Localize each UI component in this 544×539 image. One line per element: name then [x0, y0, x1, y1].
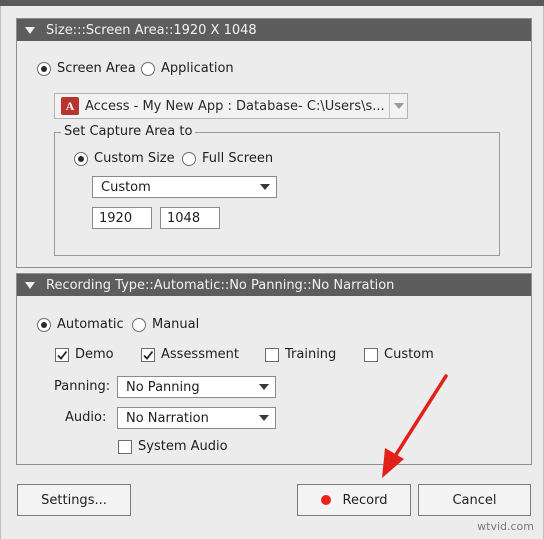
chevron-down-icon[interactable]: [259, 415, 269, 421]
checkbox-training[interactable]: Training: [265, 347, 336, 362]
radio-custom-size-label: Custom Size: [94, 151, 175, 166]
record-button[interactable]: Record: [297, 484, 411, 516]
radio-full-screen[interactable]: Full Screen: [182, 151, 273, 166]
radio-application-label: Application: [161, 61, 234, 76]
size-panel-title: Size:::Screen Area::1920 X 1048: [46, 22, 257, 38]
audio-label-text: Audio:: [65, 410, 107, 425]
capture-area-legend: Set Capture Area to: [61, 124, 196, 139]
checkbox-custom-label: Custom: [384, 347, 434, 362]
checkbox-demo[interactable]: Demo: [55, 347, 114, 362]
size-preset-select[interactable]: Custom: [92, 176, 277, 198]
recording-dialog: Size:::Screen Area::1920 X 1048 Screen A…: [0, 6, 544, 539]
settings-button[interactable]: Settings...: [17, 484, 131, 516]
checkbox-training-box[interactable]: [265, 347, 279, 362]
collapse-triangle-icon[interactable]: [25, 26, 35, 34]
recording-panel-title: Recording Type::Automatic::No Panning::N…: [46, 277, 395, 293]
radio-full-screen-indicator[interactable]: [182, 151, 196, 166]
radio-manual[interactable]: Manual: [132, 317, 199, 332]
height-input-value: 1048: [167, 210, 201, 226]
checkbox-system-audio-box[interactable]: [118, 439, 132, 454]
checkbox-custom[interactable]: Custom: [364, 347, 434, 362]
capture-area-group: Set Capture Area to Custom Size Full Scr…: [54, 124, 500, 256]
size-panel: Size:::Screen Area::1920 X 1048 Screen A…: [16, 18, 532, 268]
recording-panel: Recording Type::Automatic::No Panning::N…: [16, 273, 532, 465]
audio-select[interactable]: No Narration: [117, 407, 276, 429]
size-preset-value: Custom: [101, 179, 151, 195]
collapse-triangle-icon[interactable]: [25, 281, 35, 289]
width-input-value: 1920: [99, 210, 133, 226]
radio-application-indicator[interactable]: [141, 61, 155, 76]
radio-screen-area-label: Screen Area: [57, 61, 136, 76]
settings-button-label: Settings...: [41, 492, 107, 508]
application-select-value: Access - My New App : Database- C:\Users…: [85, 98, 385, 114]
cancel-button-label: Cancel: [452, 492, 497, 508]
checkbox-custom-box[interactable]: [364, 347, 378, 362]
checkbox-assessment[interactable]: Assessment: [141, 347, 239, 362]
access-app-icon: A: [61, 97, 79, 115]
checkmark-icon: [57, 350, 68, 360]
checkbox-system-audio-label: System Audio: [138, 439, 228, 454]
radio-application[interactable]: Application: [141, 61, 234, 76]
checkbox-assessment-box[interactable]: [141, 347, 155, 362]
checkbox-system-audio[interactable]: System Audio: [118, 439, 228, 454]
checkbox-demo-box[interactable]: [55, 347, 69, 362]
radio-custom-size[interactable]: Custom Size: [74, 151, 175, 166]
radio-automatic-indicator[interactable]: [37, 317, 51, 332]
checkbox-training-label: Training: [285, 347, 337, 362]
panning-label: Panning:: [54, 379, 110, 394]
watermark: wtvid.com: [477, 520, 534, 533]
radio-screen-area[interactable]: Screen Area: [37, 61, 136, 76]
radio-automatic[interactable]: Automatic: [37, 317, 124, 332]
checkbox-demo-label: Demo: [75, 347, 114, 362]
audio-select-value: No Narration: [126, 410, 209, 426]
radio-automatic-label: Automatic: [57, 317, 124, 332]
application-select[interactable]: A Access - My New App : Database- C:\Use…: [54, 93, 408, 119]
size-panel-header[interactable]: Size:::Screen Area::1920 X 1048: [17, 19, 531, 41]
chevron-down-icon[interactable]: [389, 94, 407, 118]
cancel-button[interactable]: Cancel: [418, 484, 531, 516]
radio-custom-size-indicator[interactable]: [74, 151, 88, 166]
recording-panel-header[interactable]: Recording Type::Automatic::No Panning::N…: [17, 274, 531, 296]
radio-screen-area-indicator[interactable]: [37, 61, 51, 76]
panning-select[interactable]: No Panning: [117, 376, 276, 398]
chevron-down-icon[interactable]: [260, 184, 270, 190]
radio-manual-label: Manual: [152, 317, 200, 332]
record-dot-icon: [320, 495, 331, 505]
radio-manual-indicator[interactable]: [132, 317, 146, 332]
record-button-label: Record: [342, 492, 388, 508]
chevron-down-icon[interactable]: [259, 384, 269, 390]
checkbox-assessment-label: Assessment: [161, 347, 239, 362]
radio-full-screen-label: Full Screen: [202, 151, 274, 166]
height-input[interactable]: 1048: [160, 207, 220, 229]
panning-label-text: Panning:: [54, 379, 111, 394]
panning-select-value: No Panning: [126, 379, 200, 395]
checkmark-icon: [143, 350, 154, 360]
width-input[interactable]: 1920: [92, 207, 152, 229]
audio-label: Audio:: [65, 410, 106, 425]
